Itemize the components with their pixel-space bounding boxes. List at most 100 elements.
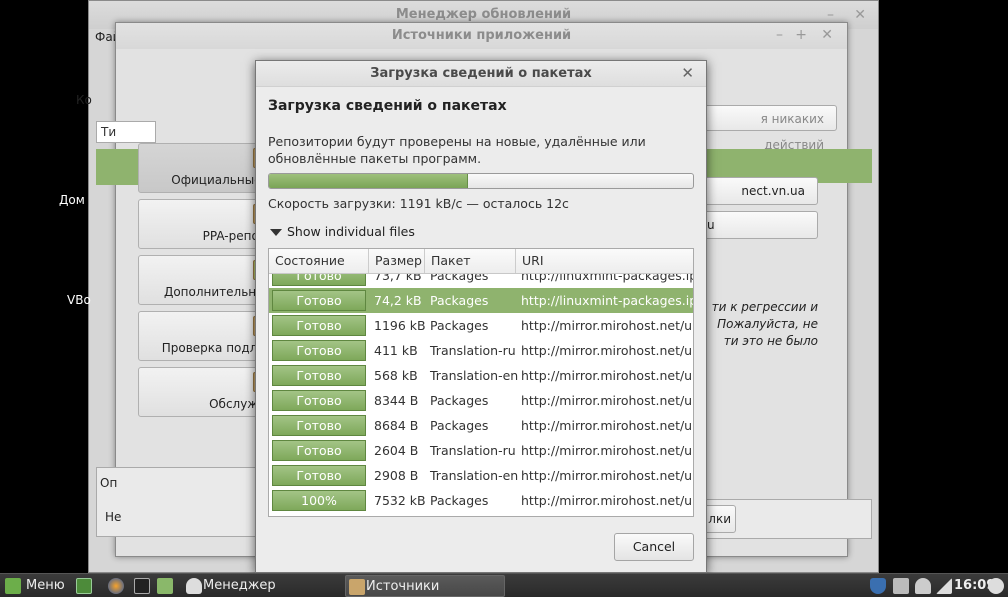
size-cell: 2604 B — [374, 443, 419, 458]
status-cell: Готово — [269, 340, 369, 361]
uri-cell: http://mirror.mirohost.net/ubur — [521, 443, 693, 458]
minimize-icon[interactable]: – — [827, 7, 834, 23]
status-cell: Готово — [269, 440, 369, 461]
size-cell: 568 kB — [374, 368, 418, 383]
column-header-status[interactable]: Состояние — [269, 249, 369, 273]
maximize-icon[interactable]: + — [795, 27, 807, 43]
size-cell: 74,2 kB — [374, 293, 422, 308]
menu-button[interactable]: Меню — [26, 574, 65, 597]
table-header-fragment: Ти — [96, 121, 156, 143]
user-icon[interactable] — [915, 578, 931, 594]
dialog-title: Загрузка сведений о пакетах — [256, 61, 706, 87]
cancel-button[interactable]: Cancel — [614, 533, 694, 561]
package-cell: Packages — [430, 393, 489, 408]
column-header-uri[interactable]: URI — [516, 249, 693, 273]
status-badge: Готово — [272, 440, 366, 461]
task-update-manager[interactable]: Менеджер обновл... — [183, 575, 338, 597]
size-cell: 411 kB — [374, 343, 418, 358]
table-row[interactable]: Готово 568 kB Translation-en http://mirror.… — [269, 363, 693, 388]
status-cell: Готово — [269, 390, 369, 411]
update-manager-label-fragment: VBo — [67, 293, 91, 307]
size-cell: 8344 B — [374, 393, 419, 408]
package-cell: Packages — [430, 293, 489, 308]
files-table[interactable]: Готово 73,7 kB Packages http://linuxmint-pa… — [268, 248, 694, 517]
base-mirror-button[interactable]: u — [700, 211, 818, 239]
table-header: Состояние Размер Пакет URI — [269, 249, 693, 274]
terminal-icon[interactable] — [134, 578, 150, 594]
table-row[interactable]: Готово 1196 kB Packages http://mirror.miroh… — [269, 313, 693, 338]
size-cell: 7532 kB — [374, 493, 426, 508]
uri-cell: http://mirror.mirohost.net/ubur — [521, 393, 693, 408]
show-desktop-icon[interactable] — [76, 578, 92, 594]
options-tab-label[interactable]: Оп — [100, 476, 117, 490]
update-manager-label-fragment: Ко — [76, 93, 92, 107]
package-cell: Translation-en — [430, 368, 519, 383]
warning-line: Пожалуйста, не — [717, 317, 818, 331]
warning-line: ти это не было — [723, 334, 818, 348]
size-cell: 8684 B — [374, 418, 419, 433]
table-row[interactable]: 100% 7532 kB Packages http://mirror.mirohos… — [269, 488, 693, 513]
column-header-fragment: Ти — [101, 125, 117, 139]
shield-icon — [186, 578, 202, 594]
size-cell: 1196 kB — [374, 318, 426, 333]
task-label: Менеджер обновл... — [203, 578, 276, 593]
table-row[interactable]: Готово 8684 B Packages http://mirror.miroho… — [269, 413, 693, 438]
download-progress-bar — [268, 173, 694, 189]
table-row[interactable]: Готово 411 kB Translation-ru http://mirror.… — [269, 338, 693, 363]
triangle-down-icon — [270, 229, 282, 236]
package-cell: Translation-ru — [430, 443, 516, 458]
package-cell: Packages — [430, 493, 489, 508]
network-icon[interactable] — [936, 578, 952, 594]
task-label: Источники прилож... — [366, 579, 440, 594]
warning-line: ти к регрессии и — [711, 300, 818, 314]
close-icon[interactable]: ✕ — [821, 27, 833, 43]
status-badge: Готово — [272, 465, 366, 486]
close-icon[interactable]: ✕ — [681, 64, 694, 82]
no-actions-button[interactable]: я никаких действий — [700, 105, 837, 152]
download-speed: Скорость загрузки: 1191 kB/c — осталось … — [268, 196, 569, 211]
status-badge: Готово — [272, 390, 366, 411]
column-header-package[interactable]: Пакет — [425, 249, 516, 273]
table-row[interactable]: Готово 2604 B Translation-ru http://mirror.… — [269, 438, 693, 463]
firefox-icon[interactable] — [108, 578, 124, 594]
status-cell: Готово — [269, 465, 369, 486]
uri-cell: http://mirror.mirohost.net/ubur — [521, 368, 693, 383]
uri-cell: http://mirror.mirohost.net/ubur — [521, 418, 693, 433]
status-cell: Готово — [269, 290, 369, 311]
warning-text-fragment: ти к регрессии и Пожалуйста, не ти это н… — [706, 299, 818, 350]
mint-logo-icon — [5, 578, 21, 594]
column-header-size[interactable]: Размер — [369, 249, 425, 273]
main-mirror-button[interactable]: nect.vn.ua — [700, 177, 818, 205]
update-manager-label-fragment: Дом — [59, 193, 85, 207]
status-cell: Готово — [269, 315, 369, 336]
close-icon[interactable]: ✕ — [854, 7, 866, 23]
table-row[interactable]: Готово 2908 B Translation-en http://mirror.… — [269, 463, 693, 488]
status-badge: Готово — [272, 365, 366, 386]
minimize-icon[interactable]: – — [776, 27, 783, 43]
uri-cell: http://linuxmint-packages.ip-co — [521, 293, 693, 308]
files-icon[interactable] — [157, 578, 173, 594]
keyboard-icon[interactable] — [893, 578, 909, 594]
package-cell: Packages — [430, 418, 489, 433]
files-table-body: Готово 73,7 kB Packages http://linuxmint-pa… — [269, 263, 693, 513]
expander-label: Show individual files — [287, 224, 415, 239]
package-cell: Translation-en — [430, 468, 519, 483]
table-row[interactable]: Готово 74,2 kB Packages http://linuxmint-pa… — [269, 288, 693, 313]
status-cell: Готово — [269, 415, 369, 436]
task-software-sources[interactable]: Источники прилож... — [345, 575, 505, 597]
download-dialog: Загрузка сведений о пакетах ✕ Загрузка с… — [255, 60, 707, 573]
update-shield-icon[interactable] — [870, 578, 886, 594]
show-files-expander[interactable]: Show individual files — [270, 224, 415, 239]
uri-cell: http://mirror.mirohost.net/ubur — [521, 318, 693, 333]
status-badge: Готово — [272, 340, 366, 361]
uri-cell: http://mirror.mirohost.net/ubur — [521, 493, 693, 508]
status-cell: 100% — [269, 490, 369, 511]
status-badge: Готово — [272, 290, 366, 311]
power-icon[interactable] — [988, 578, 1004, 594]
status-badge: Готово — [272, 315, 366, 336]
uri-cell: http://mirror.mirohost.net/ubur — [521, 468, 693, 483]
dialog-heading: Загрузка сведений о пакетах — [268, 98, 507, 114]
dialog-description: Репозитории будут проверены на новые, уд… — [268, 134, 646, 166]
status-badge: 100% — [272, 490, 366, 511]
table-row[interactable]: Готово 8344 B Packages http://mirror.miroho… — [269, 388, 693, 413]
